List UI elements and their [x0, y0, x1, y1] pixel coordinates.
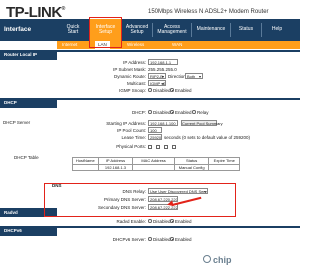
igmp-disabled-radio[interactable]	[148, 88, 152, 92]
ip-address-label: IP Address:	[123, 60, 146, 65]
dhcp-disabled-radio[interactable]	[148, 110, 152, 114]
side-dhcp-table: DHCP Table	[14, 155, 39, 160]
port-4-checkbox[interactable]	[172, 145, 176, 149]
igmp-enabled-radio[interactable]	[170, 88, 174, 92]
dhcpv6-enabled-label: Enabled	[175, 237, 192, 242]
tab-internet[interactable]: Internet	[62, 42, 77, 47]
dhcp-label: DHCP:	[131, 110, 146, 115]
section-header: Interface	[0, 19, 57, 41]
model-name: 150Mbps Wireless N ADSL2+ Modem Router	[148, 9, 269, 15]
side-dhcp-server: DHCP Server	[3, 120, 31, 125]
lease-time-field[interactable]: 259200	[148, 134, 162, 140]
lease-time-label: Lease Time:	[121, 135, 146, 140]
direction-select[interactable]: Both	[185, 73, 203, 79]
table-row: 192.168.1.3 Manual Config	[72, 163, 240, 171]
tab-wan[interactable]: WAN	[172, 42, 182, 47]
port-2-checkbox[interactable]	[156, 145, 160, 149]
nav-access-management[interactable]: Access Management	[153, 19, 191, 41]
starting-ip-field[interactable]: 192.168.1.100	[148, 120, 178, 126]
dhcpv6-disabled-label: Disabled	[153, 237, 171, 242]
table-header: HostName	[72, 157, 99, 165]
radvd-disabled-label: Disabled	[153, 219, 171, 224]
tab-wireless[interactable]: Wireless	[127, 42, 144, 47]
physical-ports-label: Physical Ports:	[116, 144, 146, 149]
dhcpv6-enabled-radio[interactable]	[170, 237, 174, 241]
dhcp-disabled-label: Disabled	[153, 110, 171, 115]
subnet-mask-label: IP Subnet Mask:	[113, 67, 146, 72]
dynamic-route-select[interactable]: RIP2-B	[148, 73, 166, 79]
pool-count-field[interactable]: 100	[148, 127, 162, 133]
multicast-label: Multicast:	[126, 81, 146, 86]
dynamic-route-label: Dynamic Route:	[113, 74, 146, 79]
watermark: chip	[213, 255, 232, 265]
starting-ip-label: Starting IP Address:	[106, 121, 146, 126]
igmp-enabled-label: Enabled	[175, 88, 192, 93]
radvd-enabled-radio[interactable]	[170, 219, 174, 223]
igmp-disabled-label: Disabled	[153, 88, 171, 93]
dhcp-enabled-label: Enabled	[175, 110, 192, 115]
current-pool-summary-button[interactable]: Current Pool Summary	[181, 120, 223, 126]
pool-count-label: IP Pool Count:	[117, 128, 146, 133]
dhcpv6-disabled-radio[interactable]	[148, 237, 152, 241]
table-cell: 192.168.1.3	[97, 163, 134, 171]
dhcpv6-server-label: DHCPv6 Server:	[112, 237, 146, 242]
nav-quick-start[interactable]: Quick Start	[57, 19, 89, 41]
lease-time-hint: seconds (0 sets to default value of 2592…	[164, 135, 251, 140]
ip-address-field[interactable]: 192.168.1.1	[148, 59, 178, 65]
nav-help[interactable]: Help	[262, 19, 292, 41]
igmp-snoop-label: IGMP Snoop:	[119, 88, 146, 93]
multicast-select[interactable]: IGMP v2	[148, 80, 166, 86]
port-1-checkbox[interactable]	[148, 145, 152, 149]
dns-highlight-box	[44, 183, 236, 217]
subnet-mask-value: 255.255.255.0	[148, 67, 177, 72]
table-cell	[208, 163, 240, 171]
side-dhcpv6: DHCPv6	[0, 226, 57, 236]
table-cell	[72, 163, 99, 171]
radvd-enabled-label: Enabled	[175, 219, 192, 224]
nav-highlight-box	[89, 17, 122, 48]
side-dhcp: DHCP	[0, 98, 57, 108]
nav-status[interactable]: Status	[231, 19, 261, 41]
side-router-local-ip: Router Local IP	[0, 50, 57, 60]
table-cell-status[interactable]: Manual Config	[173, 163, 210, 171]
watermark-icon	[203, 255, 211, 263]
nav-maintenance[interactable]: Maintenance	[192, 19, 230, 41]
dhcp-table: HostName IP Address MAC Address Status E…	[72, 157, 240, 171]
table-cell	[132, 163, 175, 171]
radvd-disabled-radio[interactable]	[148, 219, 152, 223]
port-3-checkbox[interactable]	[164, 145, 168, 149]
radvd-enable-label: Radvd Enable:	[116, 219, 146, 224]
dhcp-relay-radio[interactable]	[192, 110, 196, 114]
nav-advanced-setup[interactable]: Advanced Setup	[122, 19, 152, 41]
dhcp-enabled-radio[interactable]	[170, 110, 174, 114]
dhcp-relay-label: Relay	[197, 110, 209, 115]
physical-ports-checkboxes	[148, 143, 192, 151]
